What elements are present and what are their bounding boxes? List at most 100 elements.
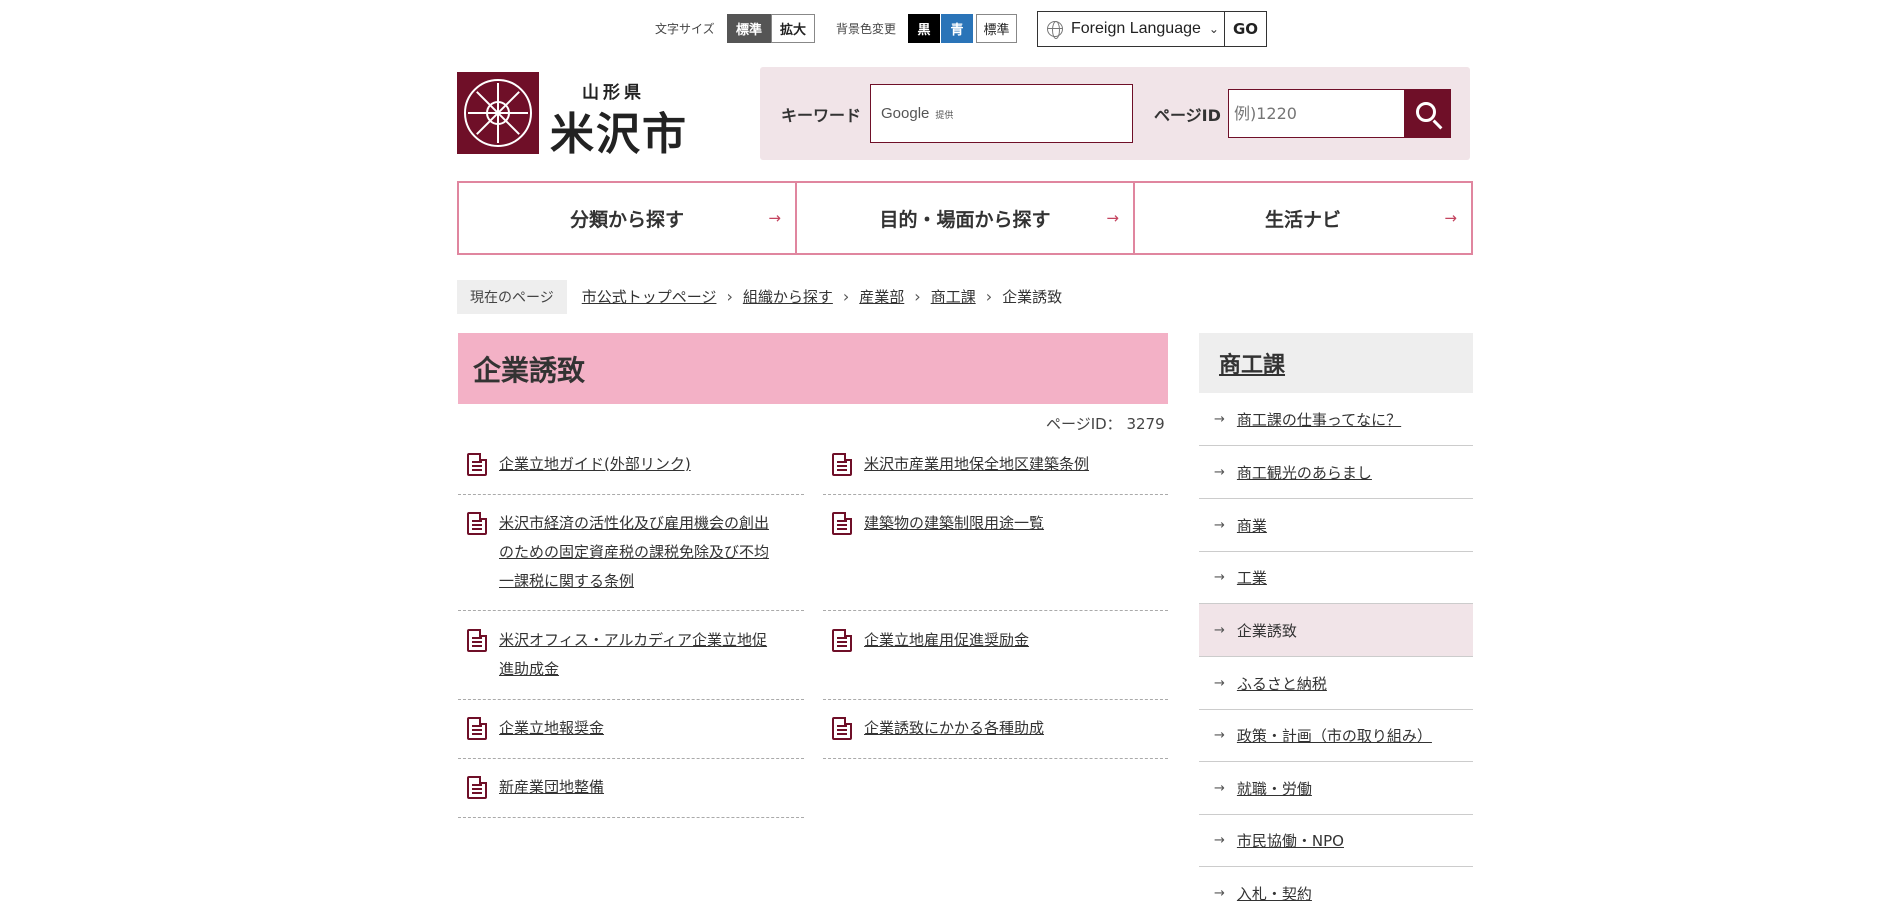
globe-icon (1047, 21, 1063, 39)
sidebar-title[interactable]: 商工課 (1219, 347, 1285, 379)
link-text[interactable]: 企業立地雇用促進奨励金 (864, 626, 1029, 655)
bg-blue-button[interactable]: 青 (941, 14, 973, 43)
document-icon (832, 512, 852, 535)
sidebar-item[interactable]: → 商工観光のあらまし (1199, 446, 1473, 499)
city-logo[interactable] (457, 72, 539, 154)
list-item[interactable]: 米沢オフィス・アルカディア企業立地促 進助成金 (458, 626, 804, 700)
document-icon (467, 512, 487, 535)
nav-purpose-search[interactable]: 目的・場面から探す → (797, 183, 1135, 253)
page-title: 企業誘致 (473, 353, 586, 387)
document-icon (467, 453, 487, 476)
link-text-line: 進助成金 (499, 660, 560, 678)
sidebar-item[interactable]: → 就職・労働 (1199, 762, 1473, 815)
arrow-right-icon: → (1214, 780, 1225, 796)
link-text[interactable]: 米沢市産業用地保全地区建築条例 (864, 450, 1089, 479)
sidebar-item[interactable]: → 工業 (1199, 551, 1473, 604)
arrow-right-icon: → (1214, 675, 1225, 691)
breadcrumb-commerce-div[interactable]: 商工課 (931, 286, 976, 307)
sidebar-item-label: 市民協働・NPO (1236, 831, 1344, 850)
font-standard-button[interactable]: 標準 (727, 14, 771, 43)
link-text-line: のための固定資産税の課税免除及び不均 (499, 543, 770, 561)
sidebar-item-active[interactable]: → 企業誘致 (1199, 604, 1473, 657)
document-icon (467, 629, 487, 652)
link-text-line: 米沢市経済の活性化及び雇用機会の創出 (499, 514, 770, 532)
chevron-right-icon: › (842, 287, 850, 306)
arrow-right-icon: → (1214, 569, 1225, 585)
page-id-input[interactable] (1228, 89, 1406, 138)
sidebar-item-label: ふるさと納税 (1236, 674, 1327, 693)
sidebar-heading[interactable]: 商工課 (1199, 333, 1473, 393)
breadcrumb-top[interactable]: 市公式トップページ (582, 286, 717, 307)
google-label: Google (881, 105, 930, 122)
chevron-right-icon: › (985, 287, 993, 306)
breadcrumb-organization[interactable]: 組織から探す (743, 286, 833, 307)
bg-black-button[interactable]: 黒 (908, 14, 940, 43)
nav-label: 分類から探す (569, 208, 684, 231)
arrow-right-icon: → (1214, 464, 1225, 480)
nav-category-search[interactable]: 分類から探す → (459, 183, 797, 253)
bg-standard-button[interactable]: 標準 (976, 14, 1017, 43)
search-icon (1415, 101, 1436, 122)
keyword-label: キーワード (781, 106, 862, 125)
sidebar-item-label: 商業 (1236, 516, 1267, 535)
list-item[interactable]: 企業立地雇用促進奨励金 (823, 626, 1168, 700)
sidebar-item-label: 商工課の仕事ってなに？ (1236, 410, 1402, 429)
font-large-button[interactable]: 拡大 (771, 14, 815, 43)
document-icon (832, 629, 852, 652)
arrow-right-icon: → (1214, 886, 1225, 901)
link-text[interactable]: 企業立地ガイド(外部リンク) (499, 450, 691, 479)
document-icon (832, 717, 852, 740)
link-text[interactable]: 建築物の建築制限用途一覧 (864, 509, 1044, 538)
sidebar-item-label: 就職・労働 (1236, 779, 1312, 798)
arrow-right-icon: → (768, 209, 781, 227)
breadcrumb: 現在のページ 市公式トップページ › 組織から探す › 産業部 › 商工課 › … (457, 279, 1063, 314)
document-icon (467, 776, 487, 799)
link-text[interactable]: 企業立地報奨金 (499, 714, 604, 743)
sidebar-item[interactable]: → 入札・契約 (1199, 867, 1473, 902)
search-area: キーワード Google 提供 ページID (760, 67, 1470, 160)
page-id-display: ページID： 3279 (1046, 415, 1165, 433)
language-select[interactable]: Foreign Language ⌄ GO (1037, 11, 1267, 47)
sidebar-item[interactable]: → 商業 (1199, 499, 1473, 552)
list-item[interactable]: 建築物の建築制限用途一覧 (823, 509, 1168, 611)
arrow-right-icon: → (1214, 411, 1225, 427)
nav-life-navi[interactable]: 生活ナビ → (1135, 183, 1471, 253)
breadcrumb-here-label: 現在のページ (457, 279, 567, 314)
page-id-search-button[interactable] (1404, 89, 1451, 138)
sidebar-item-label: 商工観光のあらまし (1236, 463, 1372, 482)
language-label: Foreign Language (1071, 20, 1201, 37)
google-provided-label: 提供 (935, 110, 954, 120)
sidebar-item[interactable]: → 政策・計画（市の取り組み） (1199, 709, 1473, 762)
list-item[interactable]: 企業立地報奨金 (458, 714, 804, 759)
list-item[interactable]: 新産業団地整備 (458, 773, 804, 818)
link-text[interactable]: 企業誘致にかかる各種助成 (864, 714, 1044, 743)
list-item[interactable]: 企業立地ガイド(外部リンク) (458, 450, 804, 495)
breadcrumb-industry-dept[interactable]: 産業部 (859, 286, 904, 307)
link-text-line: 米沢オフィス・アルカディア企業立地促 (499, 631, 768, 649)
sidebar-item[interactable]: → 市民協働・NPO (1199, 814, 1473, 867)
list-item[interactable]: 企業誘致にかかる各種助成 (823, 714, 1168, 759)
sidebar-item-label: 工業 (1236, 568, 1267, 587)
sidebar-item-label: 政策・計画（市の取り組み） (1236, 726, 1432, 745)
chevron-right-icon: › (726, 287, 733, 306)
keyword-search-input[interactable]: Google 提供 (870, 84, 1133, 143)
link-text[interactable]: 新産業団地整備 (499, 773, 604, 802)
sidebar-item-label: 入札・契約 (1236, 885, 1312, 902)
language-go-button[interactable]: GO (1224, 12, 1266, 46)
city-name[interactable]: 米沢市 (550, 98, 688, 162)
sidebar-item-label: 企業誘致 (1236, 621, 1297, 640)
list-item[interactable]: 米沢市経済の活性化及び雇用機会の創出 のための固定資産税の課税免除及び不均 一課税に… (458, 509, 804, 611)
arrow-right-icon: → (1444, 209, 1457, 227)
bg-color-label: 背景色変更 (836, 22, 897, 36)
sidebar-item[interactable]: → 商工課の仕事ってなに？ (1199, 393, 1473, 446)
chevron-down-icon: ⌄ (1208, 22, 1219, 36)
list-item[interactable]: 米沢市産業用地保全地区建築条例 (823, 450, 1168, 495)
breadcrumb-current: 企業誘致 (1002, 288, 1063, 306)
arrow-right-icon: → (1214, 622, 1225, 638)
page-id-label: ページID (1154, 106, 1221, 125)
arrow-right-icon: → (1106, 209, 1119, 227)
nav-label: 目的・場面から探す (879, 208, 1051, 231)
arrow-right-icon: → (1214, 832, 1225, 848)
sidebar-item[interactable]: → ふるさと納税 (1199, 657, 1473, 710)
document-icon (832, 453, 852, 476)
